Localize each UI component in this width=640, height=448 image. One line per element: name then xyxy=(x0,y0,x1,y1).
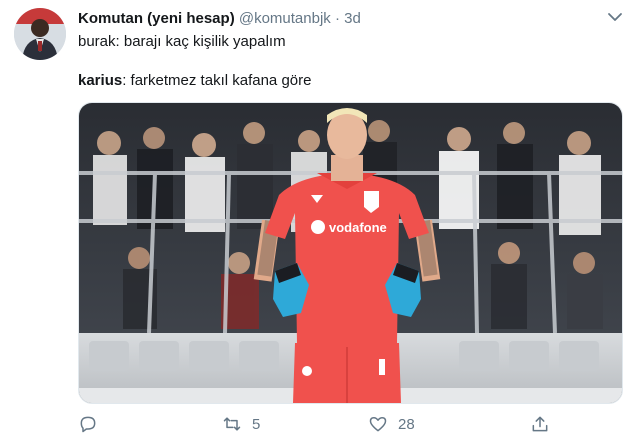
retweet-button[interactable]: 5 xyxy=(222,412,260,436)
like-count: 28 xyxy=(398,415,415,433)
retweet-count: 5 xyxy=(252,415,261,433)
goalkeeper-photo: vodafone xyxy=(79,103,622,403)
user-handle[interactable]: @komutanbjk xyxy=(239,10,331,27)
shirt-brand-text: vodafone xyxy=(329,220,387,235)
quoted-reply: : farketmez takıl kafana göre xyxy=(122,72,312,89)
profile-avatar-image xyxy=(14,8,66,60)
tweet-actions: 5 28 xyxy=(78,412,608,436)
tweet-text-line-2: karius: farketmez takıl kafana göre xyxy=(78,72,311,90)
more-options-button[interactable] xyxy=(606,8,624,26)
chevron-down-icon xyxy=(608,13,622,21)
like-icon xyxy=(369,417,387,432)
avatar[interactable] xyxy=(14,8,66,60)
separator-dot: · xyxy=(334,10,340,27)
quoted-name: karius xyxy=(78,72,123,89)
share-icon xyxy=(532,416,548,432)
retweet-icon xyxy=(223,417,241,431)
reply-icon xyxy=(80,416,96,433)
like-button[interactable]: 28 xyxy=(368,412,415,436)
reply-button[interactable] xyxy=(78,412,98,436)
display-name[interactable]: Komutan (yeni hesap) xyxy=(78,10,235,27)
tweet-header: Komutan (yeni hesap) @komutanbjk · 3d xyxy=(78,10,580,28)
tweet-photo[interactable]: vodafone xyxy=(78,102,623,404)
share-button[interactable] xyxy=(530,412,550,436)
tweet-text-line-1: burak: barajı kaç kişilik yapalım xyxy=(78,33,286,50)
tweet-timestamp[interactable]: 3d xyxy=(344,10,361,27)
